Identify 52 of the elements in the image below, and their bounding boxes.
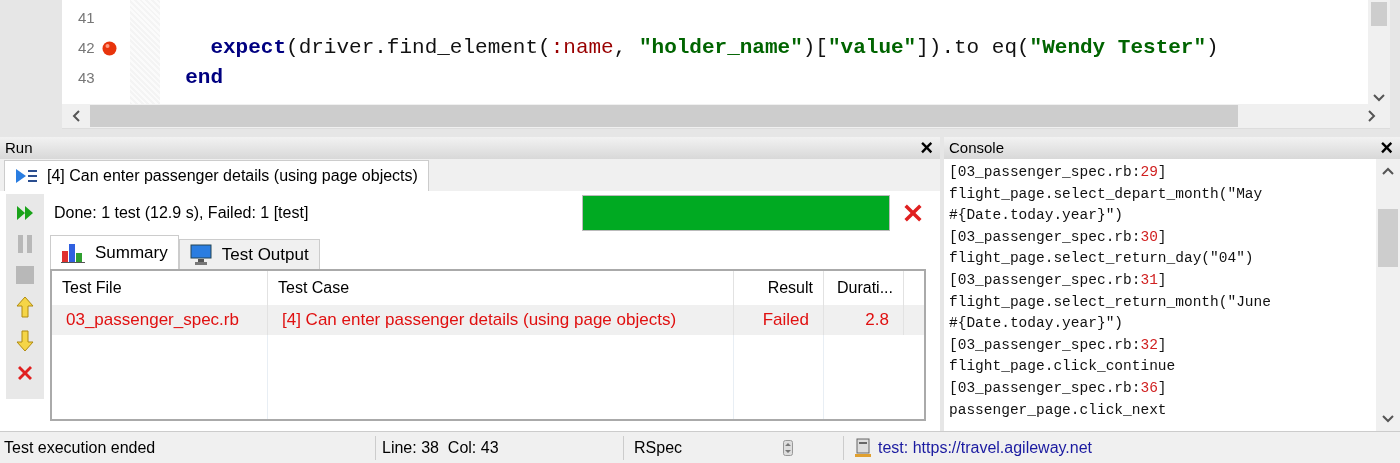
- line-number: 42: [78, 37, 96, 58]
- table-row[interactable]: 03_passenger_spec.rb [4] Can enter passenger details (using page objects) Failed 2.8: [52, 305, 924, 335]
- scroll-down-icon[interactable]: [1382, 415, 1394, 423]
- server-icon: [854, 437, 872, 458]
- console-line: flight_page.select_return_day("04"): [949, 249, 1255, 269]
- close-button[interactable]: ×: [918, 137, 935, 159]
- code-line: end: [184, 65, 223, 92]
- console-line: [03_passenger_spec.rb:30]: [949, 227, 1168, 247]
- vertical-scrollbar-thumb[interactable]: [1371, 2, 1387, 26]
- line-number: 43: [78, 67, 96, 88]
- breakpoint-icon[interactable]: [102, 40, 117, 56]
- console-line: [03_passenger_spec.rb:36]: [949, 378, 1168, 398]
- console-line: flight_page.select_return_month("June: [949, 292, 1272, 312]
- framework-label: RSpec: [634, 437, 683, 458]
- monitor-icon: [189, 243, 212, 266]
- test-list-icon: [15, 168, 39, 184]
- close-button[interactable]: ×: [1378, 137, 1395, 159]
- console-line: [03_passenger_spec.rb:31]: [949, 270, 1168, 290]
- run-icon[interactable]: [15, 204, 35, 222]
- console-line: passenger_page.click_next: [949, 400, 1168, 420]
- test-tab[interactable]: [4] Can enter passenger details (using page objects): [4, 160, 429, 191]
- up-arrow-icon[interactable]: [16, 296, 34, 318]
- vertical-scrollbar-thumb[interactable]: [1378, 209, 1398, 267]
- table-cell: 03_passenger_spec.rb: [52, 305, 268, 335]
- status-message: Test execution ended: [4, 438, 156, 456]
- table-cell: 2.8: [824, 305, 904, 335]
- scroll-right-icon[interactable]: [1368, 110, 1376, 122]
- scroll-down-icon[interactable]: [1373, 94, 1385, 102]
- tab[interactable]: Test Output: [178, 239, 320, 269]
- table-cell: [4] Can enter passenger details (using page objects): [268, 305, 734, 335]
- panel-title: Run: [5, 137, 33, 158]
- console-line: #{Date.today.year}"): [949, 314, 1125, 334]
- table-cell: Failed: [734, 305, 824, 335]
- spinner-icon[interactable]: [783, 439, 793, 456]
- server-link[interactable]: test: https://travel.agileway.net: [878, 435, 1093, 460]
- clear-icon[interactable]: [16, 364, 34, 382]
- summary-text: Done: 1 test (12.9 s), Failed: 1 [test]: [53, 203, 309, 223]
- panel-title: Console: [949, 137, 1005, 158]
- console-line: [03_passenger_spec.rb:29]: [949, 163, 1168, 182]
- cursor-position: Line: 38 Col: 43: [382, 438, 499, 456]
- console-line: flight_page.click_continue: [949, 357, 1177, 377]
- console-line: flight_page.select_depart_month("May: [949, 184, 1264, 204]
- line-number: 41: [78, 7, 96, 28]
- console-line: #{Date.today.year}"): [949, 206, 1125, 226]
- down-arrow-icon[interactable]: [16, 330, 34, 352]
- scroll-left-icon[interactable]: [72, 110, 80, 122]
- scroll-up-icon[interactable]: [1382, 167, 1394, 175]
- horizontal-scrollbar-thumb[interactable]: [90, 105, 1238, 127]
- tab[interactable]: Summary: [50, 235, 179, 269]
- code-line: expect(driver.find_element(:name, "holder_name")["value"]).to eq("Wendy Tester"): [209, 35, 1219, 62]
- bar-chart-icon: [61, 242, 85, 263]
- console-line: [03_passenger_spec.rb:32]: [949, 335, 1168, 355]
